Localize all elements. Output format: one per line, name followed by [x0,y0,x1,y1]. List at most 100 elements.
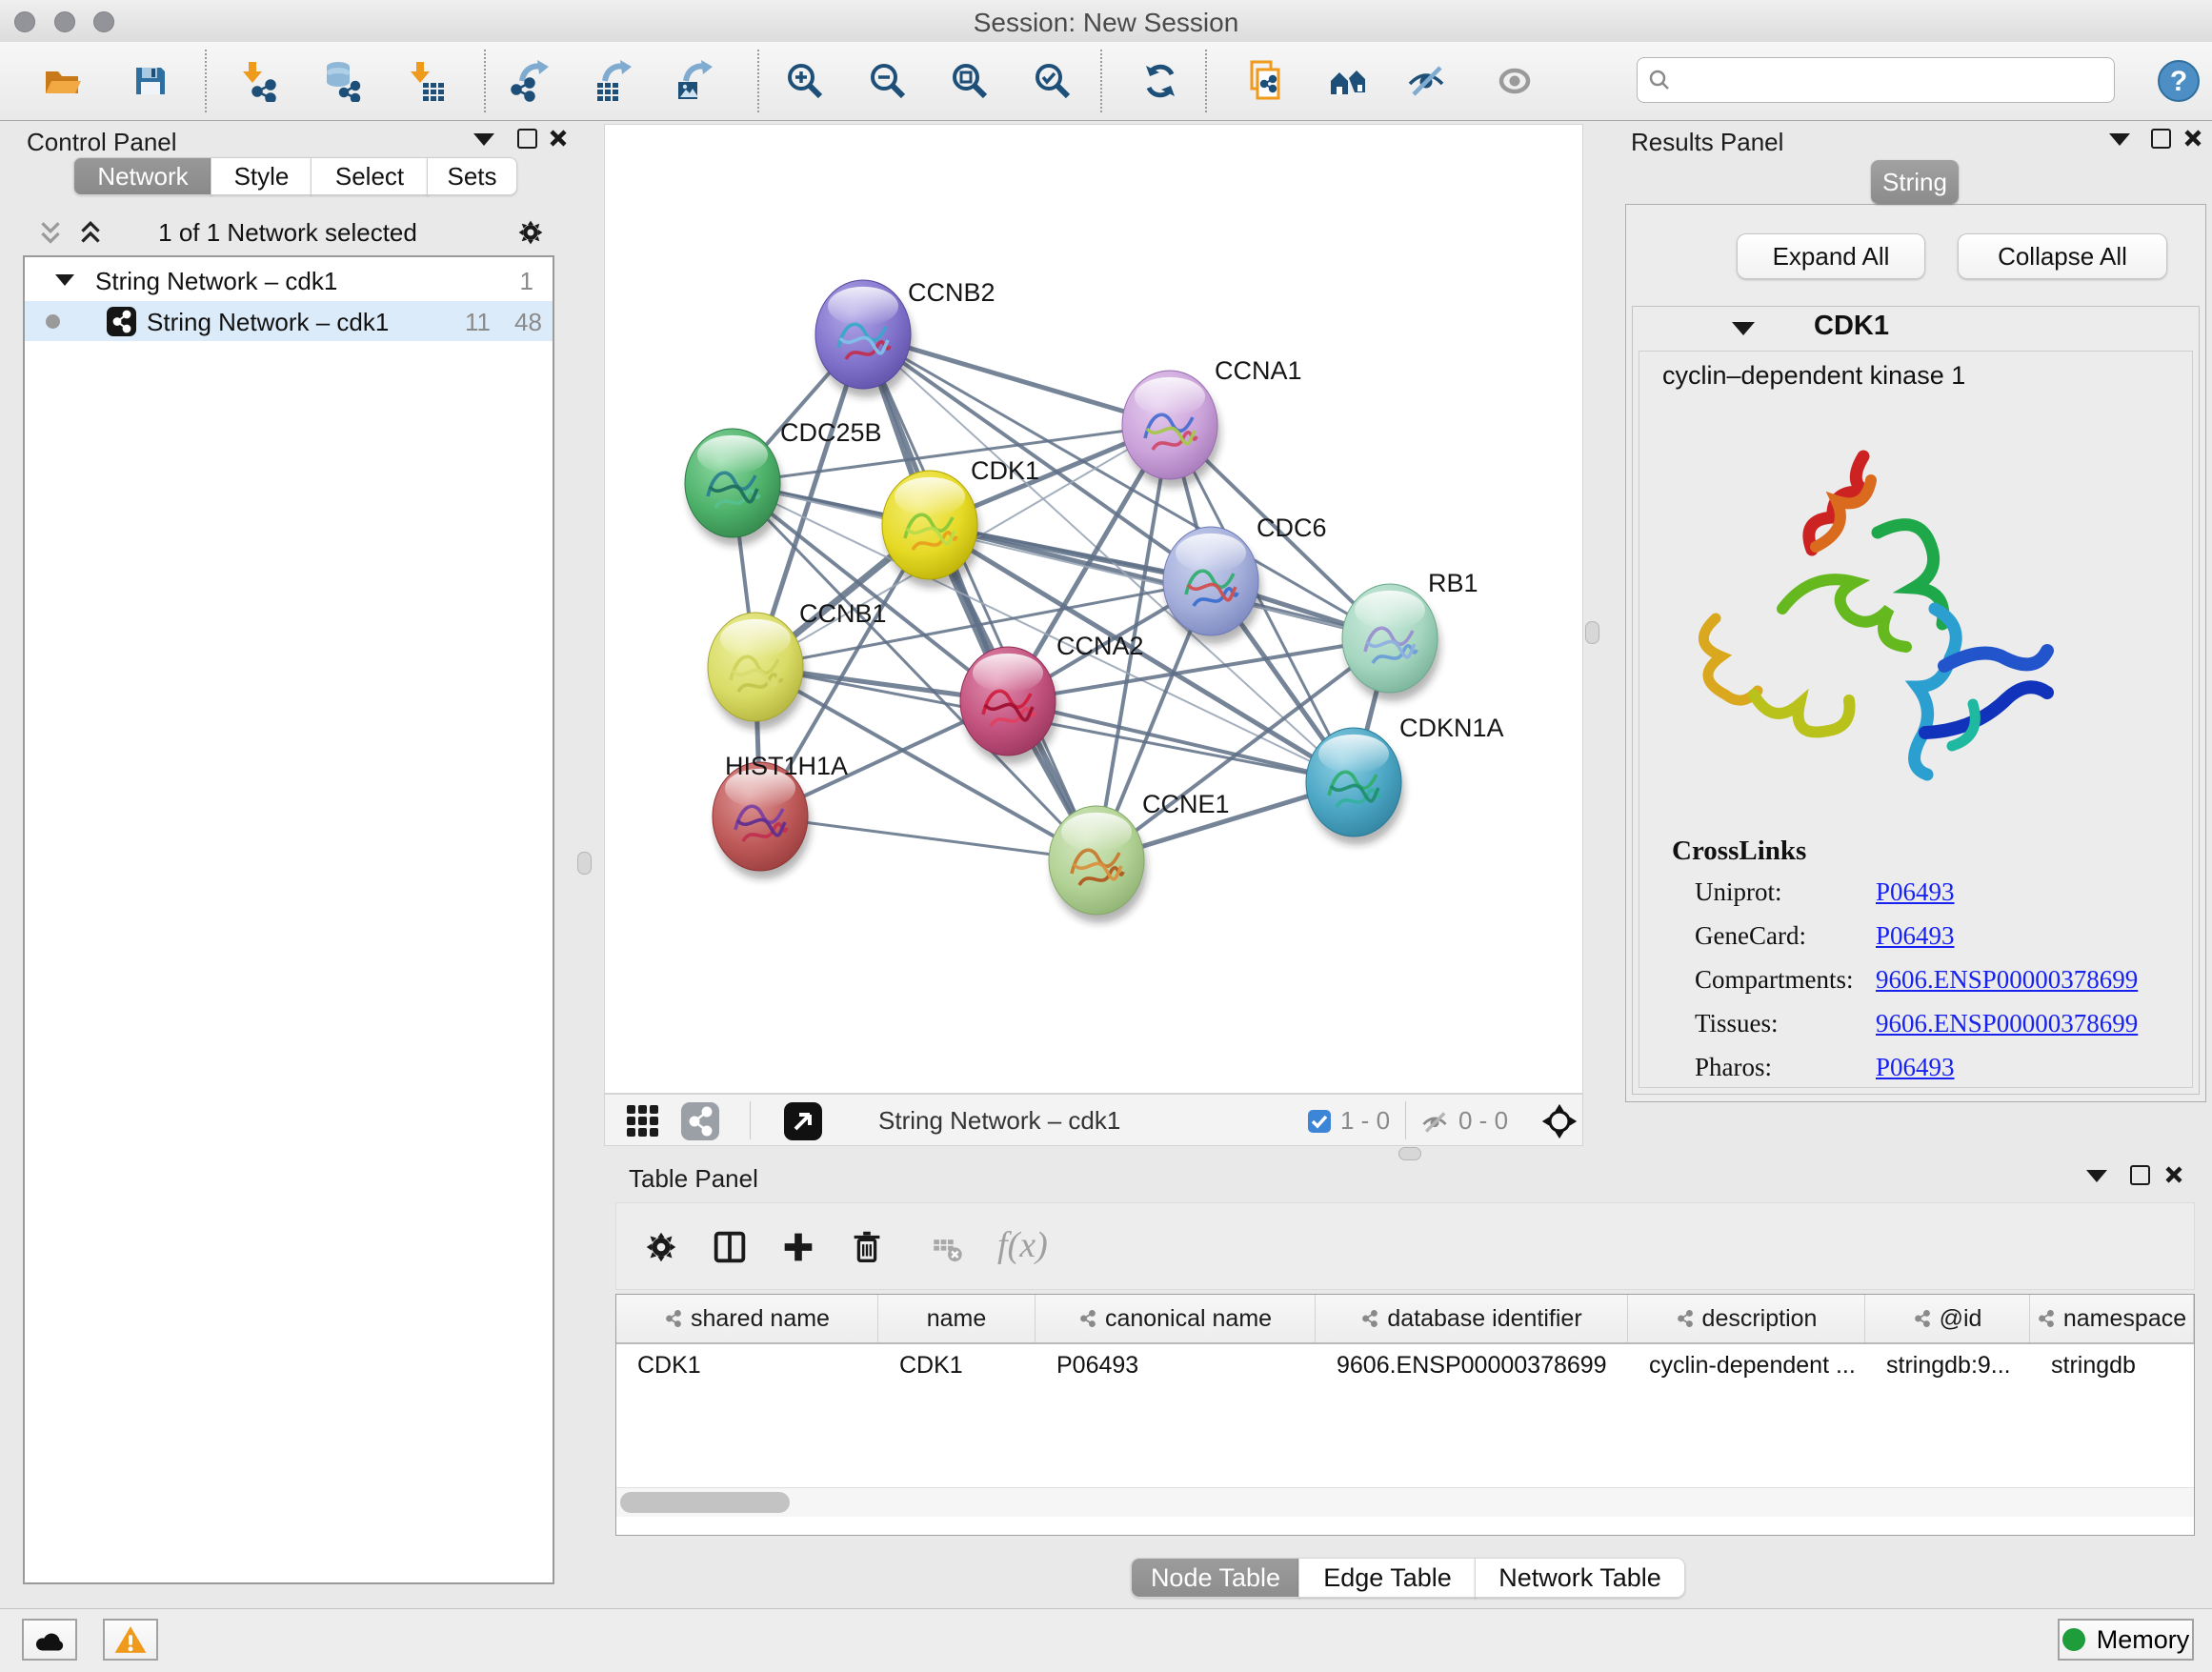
help-icon[interactable]: ? [2158,60,2200,102]
tab-node-table[interactable]: Node Table [1131,1558,1300,1598]
gear-icon[interactable] [641,1227,681,1267]
horizontal-splitter-handle[interactable] [1398,1147,1421,1160]
column-header-canonical-name[interactable]: canonical name [1036,1295,1316,1342]
node-label-rb1: RB1 [1428,569,1478,597]
table-cell[interactable]: 9606.ENSP00000378699 [1316,1344,1628,1386]
network-node-cdk1[interactable] [882,471,980,588]
import-network-file-icon[interactable] [236,60,278,102]
table-panel: Table Panel f(x) shared namenamecanonica… [615,1160,2195,1602]
network-node-ccnb1[interactable] [708,613,806,730]
network-view-icon[interactable] [681,1102,719,1140]
fit-content-crosshair-icon[interactable] [1540,1102,1579,1140]
tab-style[interactable]: Style [211,157,312,195]
collapse-all-icon[interactable] [36,220,65,249]
network-node-ccna1[interactable] [1122,371,1220,488]
section-collapse-icon[interactable] [1732,322,1755,335]
tab-edge-table[interactable]: Edge Table [1298,1558,1477,1598]
panel-menu-icon[interactable] [2086,1170,2107,1182]
column-header--id[interactable]: @id [1865,1295,2030,1342]
open-network-in-browser-icon[interactable] [1246,60,1288,102]
crosslink-value[interactable]: P06493 [1876,1053,1955,1082]
network-collection-row[interactable]: String Network – cdk1 1 [25,261,553,301]
expand-all-icon[interactable] [76,220,105,249]
network-node-cdc6[interactable] [1163,527,1261,644]
edge-count: 48 [514,308,542,337]
warnings-button[interactable] [103,1619,158,1661]
cloud-button[interactable] [22,1619,77,1661]
horizontal-scrollbar[interactable] [616,1487,2194,1517]
delete-icon[interactable] [847,1227,887,1267]
refresh-icon[interactable] [1139,60,1181,102]
export-table-icon[interactable] [593,60,635,102]
network-row-selected[interactable]: String Network – cdk1 11 48 [25,301,553,341]
network-node-rb1[interactable] [1342,584,1440,701]
add-column-icon[interactable] [778,1227,818,1267]
zoom-selected-icon[interactable] [1032,60,1074,102]
network-canvas[interactable]: CCNB2CCNA1CDC25BCDK1CDC6RB1CCNB1CCNA2CDK… [604,124,1583,1094]
hide-selected-icon[interactable] [1405,60,1447,102]
zoom-out-icon[interactable] [867,60,909,102]
tab-network[interactable]: Network [73,157,212,195]
panel-close-icon[interactable] [549,129,568,148]
tab-select[interactable]: Select [311,157,429,195]
network-edge[interactable] [863,334,1096,860]
table-cell[interactable]: cyclin-dependent ... [1628,1344,1865,1386]
column-type-icon [2037,1309,2056,1328]
crosslink-value[interactable]: P06493 [1876,877,1955,907]
open-view-icon[interactable] [784,1102,822,1140]
expand-all-button[interactable]: Expand All [1737,233,1925,279]
zoom-fit-icon[interactable] [949,60,991,102]
show-columns-icon[interactable] [710,1227,750,1267]
table-cell[interactable]: stringdb [2030,1344,2194,1386]
network-node-ccna2[interactable] [960,647,1058,764]
network-node-cdkn1a[interactable] [1306,728,1404,845]
tab-sets[interactable]: Sets [427,157,517,195]
tab-string[interactable]: String [1871,160,1959,204]
gear-icon[interactable] [514,216,547,249]
network-node-cdc25b[interactable] [685,429,783,546]
protein-structure-image [1659,418,2078,828]
grid-view-icon[interactable] [626,1104,660,1138]
table-cell[interactable]: CDK1 [878,1344,1036,1386]
crosslink-value[interactable]: 9606.ENSP00000378699 [1876,965,2138,995]
collapse-all-button[interactable]: Collapse All [1958,233,2167,279]
node-label-cdc25b: CDC25B [780,418,882,447]
tree-expand-icon[interactable] [55,274,74,286]
import-network-database-icon[interactable] [320,60,362,102]
tab-network-table[interactable]: Network Table [1475,1558,1685,1598]
column-header-namespace[interactable]: namespace [2030,1295,2194,1342]
save-session-icon[interactable] [130,60,171,102]
network-node-ccnb2[interactable] [815,280,914,397]
scrollbar-thumb[interactable] [620,1492,790,1513]
column-header-description[interactable]: description [1628,1295,1865,1342]
column-header-name[interactable]: name [878,1295,1036,1342]
panel-float-icon[interactable] [517,129,537,149]
first-neighbors-icon[interactable] [1327,60,1369,102]
panel-close-icon[interactable] [2183,129,2202,148]
column-header-database-identifier[interactable]: database identifier [1316,1295,1628,1342]
network-edge[interactable] [1008,701,1354,782]
export-network-icon[interactable] [511,60,553,102]
network-node-ccne1[interactable] [1049,806,1147,923]
crosslink-value[interactable]: 9606.ENSP00000378699 [1876,1009,2138,1038]
search-input[interactable] [1637,57,2115,103]
vertical-splitter-handle[interactable] [577,852,592,875]
panel-menu-icon[interactable] [2109,133,2130,146]
open-session-icon[interactable] [41,60,83,102]
table-cell[interactable]: stringdb:9... [1865,1344,2030,1386]
export-image-icon[interactable] [674,60,716,102]
memory-button[interactable]: Memory [2058,1619,2194,1661]
table-cell[interactable]: CDK1 [616,1344,878,1386]
show-all-icon[interactable] [1494,60,1536,102]
panel-close-icon[interactable] [2164,1165,2183,1184]
panel-float-icon[interactable] [2130,1165,2150,1185]
panel-menu-icon[interactable] [473,133,494,146]
panel-float-icon[interactable] [2151,129,2171,149]
table-cell[interactable]: P06493 [1036,1344,1316,1386]
node-count: 11 [465,308,491,337]
column-header-shared-name[interactable]: shared name [616,1295,878,1342]
import-table-file-icon[interactable] [404,60,446,102]
selected-checkbox-icon[interactable] [1308,1110,1331,1133]
crosslink-value[interactable]: P06493 [1876,921,1955,951]
zoom-in-icon[interactable] [784,60,826,102]
